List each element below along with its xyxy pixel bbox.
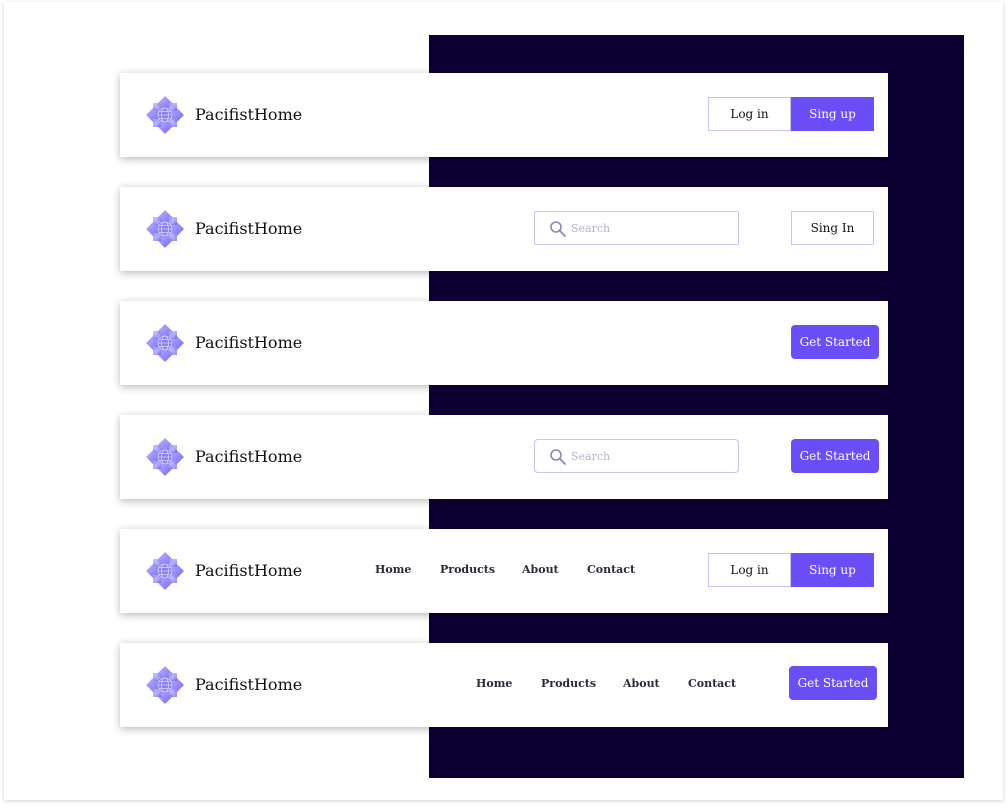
nav-link-about[interactable]: About (623, 676, 660, 692)
navbar-get-started: PacifistHome Get Started (120, 301, 888, 385)
navbar-links-get-started: PacifistHome Home Products About Contact… (120, 643, 888, 727)
get-started-button[interactable]: Get Started (789, 666, 877, 700)
navbar-login-signup: PacifistHome Log in Sing up (120, 73, 888, 157)
flower-globe-icon[interactable] (144, 664, 186, 706)
flower-globe-icon[interactable] (144, 322, 186, 364)
magnifier-icon (549, 448, 567, 466)
navbar-links-login-signup: PacifistHome Home Products About Contact… (120, 529, 888, 613)
login-button[interactable]: Log in (708, 553, 791, 587)
flower-globe-icon[interactable] (144, 436, 186, 478)
magnifier-icon (549, 220, 567, 238)
signup-button[interactable]: Sing up (791, 97, 874, 131)
search-box[interactable] (534, 439, 739, 473)
nav-link-products[interactable]: Products (440, 562, 495, 578)
nav-link-contact[interactable]: Contact (587, 562, 635, 578)
nav-link-home[interactable]: Home (375, 562, 411, 578)
search-input[interactable] (571, 446, 731, 466)
brand-name[interactable]: PacifistHome (195, 673, 302, 697)
nav-link-home[interactable]: Home (476, 676, 512, 692)
flower-globe-icon[interactable] (144, 208, 186, 250)
signin-button[interactable]: Sing In (791, 211, 874, 245)
get-started-button[interactable]: Get Started (791, 439, 879, 473)
brand-name[interactable]: PacifistHome (195, 331, 302, 355)
brand-name[interactable]: PacifistHome (195, 217, 302, 241)
navbar-search-signin: PacifistHome Sing In (120, 187, 888, 271)
nav-link-about[interactable]: About (522, 562, 559, 578)
brand-name[interactable]: PacifistHome (195, 559, 302, 583)
brand-name[interactable]: PacifistHome (195, 445, 302, 469)
search-box[interactable] (534, 211, 739, 245)
nav-link-contact[interactable]: Contact (688, 676, 736, 692)
navbar-search-get-started: PacifistHome Get Started (120, 415, 888, 499)
nav-link-products[interactable]: Products (541, 676, 596, 692)
signup-button[interactable]: Sing up (791, 553, 874, 587)
brand-name[interactable]: PacifistHome (195, 103, 302, 127)
flower-globe-icon[interactable] (144, 550, 186, 592)
search-input[interactable] (571, 218, 731, 238)
flower-globe-icon[interactable] (144, 94, 186, 136)
login-button[interactable]: Log in (708, 97, 791, 131)
get-started-button[interactable]: Get Started (791, 325, 879, 359)
